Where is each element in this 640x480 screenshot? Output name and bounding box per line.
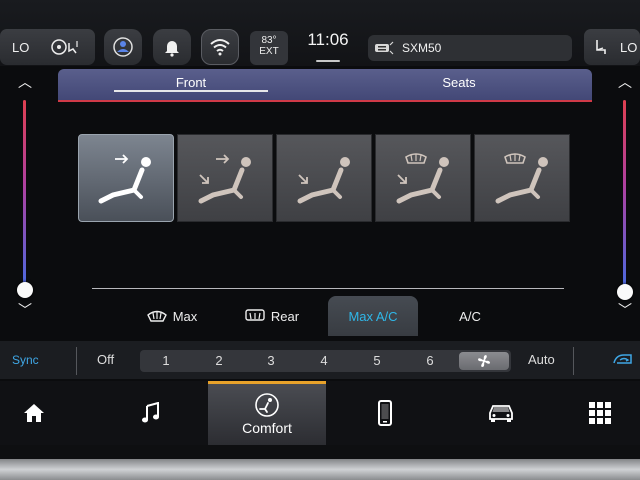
nav-vehicle-button[interactable] [446, 381, 556, 445]
radio-station: SXM50 [402, 41, 442, 55]
car-icon [489, 405, 513, 422]
fan-level-4[interactable]: 4 [314, 353, 334, 368]
passenger-temp-knob[interactable] [617, 284, 633, 300]
sync-button[interactable]: Sync [12, 353, 39, 367]
driver-temp: LO [12, 39, 30, 55]
mode-defrost-feet-button[interactable] [375, 134, 471, 222]
fan-off-button[interactable]: Off [97, 352, 114, 367]
apps-grid-icon [589, 402, 611, 424]
outside-temperature: 83° EXT [250, 31, 288, 65]
max-defrost-icon [146, 310, 167, 322]
status-bar: LO 83° EXT 11:06 SXM50 LO [0, 0, 640, 66]
tab-front[interactable]: Front [114, 69, 268, 99]
driver-temp-knob[interactable] [17, 282, 33, 298]
max-ac-label: Max A/C [348, 308, 398, 324]
bell-icon [165, 41, 179, 57]
home-icon [24, 404, 44, 422]
rear-defrost-label: Rear [270, 308, 300, 324]
seat-feet-icon [297, 157, 350, 204]
ac-button[interactable]: A/C [434, 296, 506, 336]
passenger-temp-up-icon[interactable]: ︿ [616, 75, 634, 89]
profile-shield-icon [113, 37, 133, 57]
satellite-radio-icon [375, 41, 394, 55]
music-note-icon [142, 402, 159, 423]
passenger-temp-down-icon[interactable]: ﹀ [616, 303, 634, 317]
seat-defrost-icon [495, 153, 548, 204]
outside-temp-label: EXT [259, 46, 279, 57]
climate-tabs: Front Seats [58, 69, 592, 102]
wifi-button[interactable] [201, 29, 239, 65]
driver-climate-button[interactable]: LO [0, 29, 95, 65]
heated-seat-icon [596, 40, 606, 54]
max-defrost-label: Max [172, 308, 198, 324]
mode-defrost-button[interactable] [474, 134, 570, 222]
max-defrost-button[interactable]: Max [132, 296, 212, 336]
driver-profile-button[interactable] [104, 29, 142, 65]
seat-defrost-feet-icon [396, 153, 449, 204]
passenger-temp: LO [620, 39, 638, 55]
fan-level-2[interactable]: 2 [209, 353, 229, 368]
clock-underline [316, 60, 340, 62]
now-playing-button[interactable]: SXM50 [368, 35, 572, 61]
seat-face-vent-icon [98, 154, 151, 204]
section-divider [92, 288, 564, 289]
fan-level-6[interactable]: 6 [420, 353, 440, 368]
nav-media-button[interactable] [96, 381, 206, 445]
separator [76, 347, 77, 375]
recirculation-icon[interactable] [612, 353, 634, 367]
heated-steering-icon [51, 39, 78, 55]
nav-comfort-button[interactable]: Comfort [208, 381, 326, 445]
ac-label: A/C [459, 308, 481, 324]
tab-seats[interactable]: Seats [378, 69, 540, 99]
clock: 11:06 [307, 30, 349, 49]
nav-phone-button[interactable] [330, 381, 440, 445]
screen-edge [0, 445, 640, 459]
comfort-icon [255, 393, 279, 417]
mode-feet-button[interactable] [276, 134, 372, 222]
bottom-navigation: Comfort [0, 381, 640, 445]
nav-comfort-label: Comfort [242, 420, 292, 436]
fan-level-1[interactable]: 1 [156, 353, 176, 368]
separator [573, 347, 574, 375]
tab-active-indicator [114, 90, 268, 92]
outside-temp-value: 83° [261, 35, 277, 46]
fan-speed-bar[interactable]: 1 2 3 4 5 6 [140, 350, 511, 372]
fan-max-button[interactable] [459, 352, 509, 370]
driver-temp-down-icon[interactable]: ﹀ [16, 303, 34, 317]
fan-level-3[interactable]: 3 [261, 353, 281, 368]
passenger-temp-slider[interactable]: ︿ ﹀ [612, 75, 638, 320]
fan-auto-button[interactable]: Auto [528, 352, 555, 367]
fan-speed-row: Sync Off 1 2 3 4 5 6 Auto [0, 341, 640, 379]
airflow-modes [78, 134, 572, 222]
seat-face-feet-icon [198, 154, 251, 204]
mode-face-vent-button[interactable] [78, 134, 174, 222]
notifications-button[interactable] [153, 29, 191, 65]
nav-apps-button[interactable] [560, 381, 640, 445]
wifi-icon [210, 39, 230, 56]
fan-icon [478, 355, 490, 367]
rear-defrost-button[interactable]: Rear [232, 296, 312, 336]
mode-face-feet-button[interactable] [177, 134, 273, 222]
driver-temp-slider[interactable]: ︿ ﹀ [12, 75, 38, 320]
driver-temp-up-icon[interactable]: ︿ [16, 75, 34, 89]
max-ac-button[interactable]: Max A/C [328, 296, 418, 336]
driver-temp-track[interactable] [23, 100, 26, 288]
phone-icon [378, 400, 392, 426]
passenger-temp-track[interactable] [623, 100, 626, 288]
nav-home-button[interactable] [0, 381, 68, 445]
rear-defrost-icon [245, 309, 265, 321]
fan-level-5[interactable]: 5 [367, 353, 387, 368]
passenger-climate-button[interactable]: LO [584, 29, 640, 65]
